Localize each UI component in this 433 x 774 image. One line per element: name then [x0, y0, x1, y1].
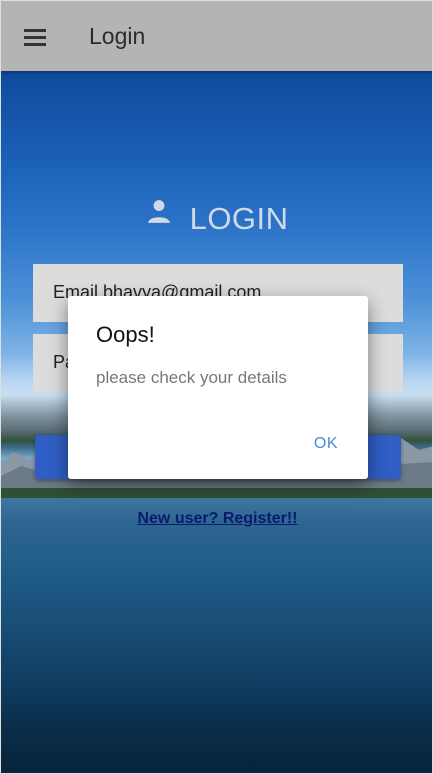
app-screen: Login LOGIN Email bhavya@gmail.com Pa Ne… — [0, 0, 433, 774]
dialog-ok-button[interactable]: OK — [314, 435, 338, 453]
dialog-message: please check your details — [96, 368, 287, 387]
dialog-title: Oops! — [96, 322, 155, 347]
error-dialog: Oops! please check your details OK — [68, 296, 368, 479]
